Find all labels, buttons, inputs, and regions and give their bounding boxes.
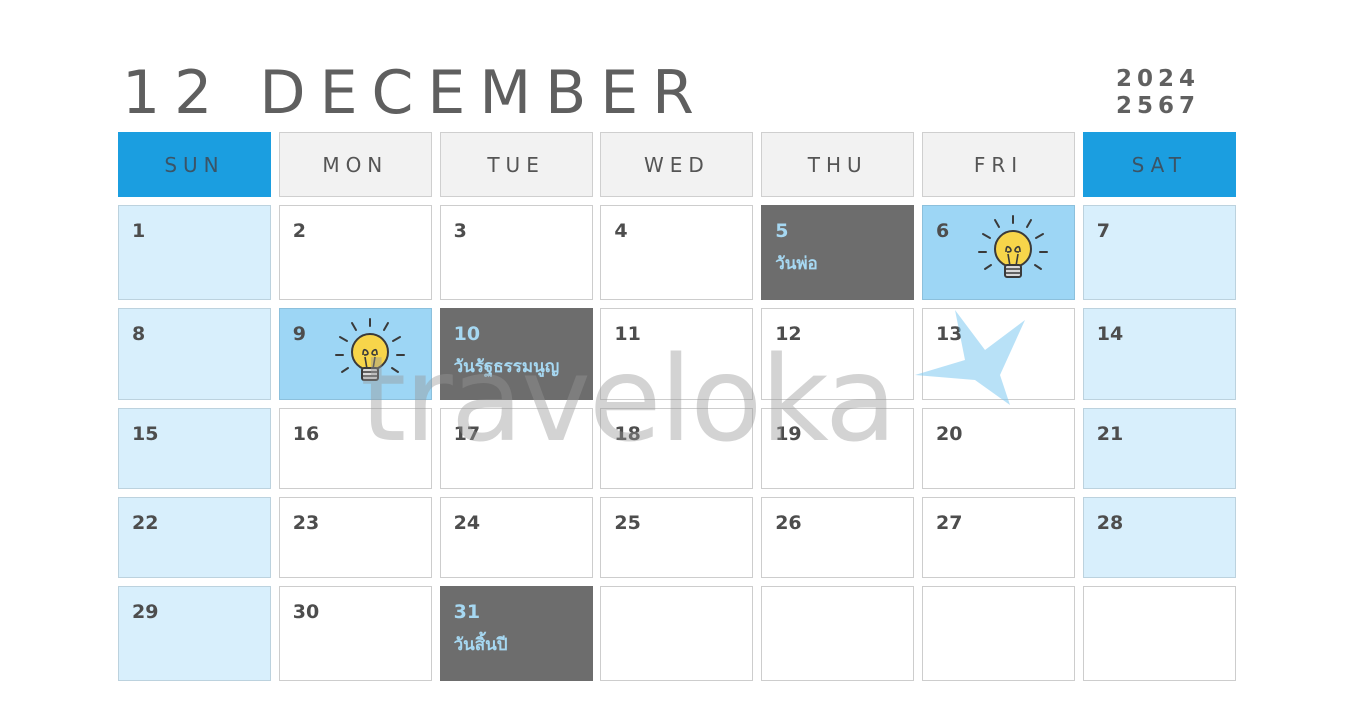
- day-number: 29: [132, 601, 159, 623]
- day-cell-8[interactable]: 8: [118, 308, 271, 400]
- day-number: 21: [1096, 423, 1124, 445]
- day-cell-15[interactable]: 15: [118, 408, 271, 489]
- holiday-name: วันพ่อ: [775, 254, 818, 274]
- day-cell-6[interactable]: 6: [921, 205, 1075, 300]
- day-cell-24[interactable]: 24: [439, 497, 593, 578]
- day-cell-21[interactable]: 21: [1082, 408, 1236, 489]
- weekday-sat: SAT: [1082, 132, 1236, 197]
- day-number: 23: [292, 512, 320, 534]
- day-number: 5: [775, 220, 789, 242]
- weekday-header-row: SUN MON TUE WED THU FRI SAT: [118, 132, 1236, 197]
- day-cell-10[interactable]: 10 วันรัฐธรรมนูญ: [439, 308, 593, 400]
- day-number: 7: [1096, 220, 1111, 242]
- week-row: 22 23 24 25 26 27 28: [118, 497, 1236, 578]
- day-cell-20[interactable]: 20: [921, 408, 1075, 489]
- day-cell-18[interactable]: 18: [600, 408, 754, 489]
- week-row: 15 16 17 18 19 20 21: [118, 408, 1236, 489]
- day-number: 16: [292, 423, 320, 445]
- day-number: 6: [935, 220, 950, 242]
- weekday-mon: MON: [278, 132, 432, 197]
- day-number: 11: [614, 323, 641, 345]
- day-number: 1: [132, 220, 146, 242]
- day-number: 25: [614, 512, 641, 534]
- day-number: 9: [292, 323, 307, 345]
- day-cell-26[interactable]: 26: [761, 497, 915, 578]
- day-number: 20: [935, 423, 963, 445]
- holiday-name: วันรัฐธรรมนูญ: [453, 357, 560, 377]
- day-cell-25[interactable]: 25: [600, 497, 754, 578]
- day-number: 17: [453, 423, 481, 445]
- day-number: 12: [775, 323, 802, 345]
- lightbulb-icon: [977, 215, 1048, 278]
- weekday-thu: THU: [761, 132, 915, 197]
- empty-day-cell: [761, 586, 915, 681]
- day-number: 10: [453, 323, 481, 345]
- weekday-fri: FRI: [921, 132, 1075, 197]
- holiday-name: วันสิ้นปี: [453, 635, 508, 655]
- day-cell-22[interactable]: 22: [118, 497, 271, 578]
- year-ad: 2024: [1115, 66, 1200, 92]
- day-cell-4[interactable]: 4: [600, 205, 754, 300]
- day-cell-16[interactable]: 16: [278, 408, 432, 489]
- day-cell-29[interactable]: 29: [118, 586, 271, 681]
- weekday-tue: TUE: [439, 132, 593, 197]
- day-number: 2: [292, 220, 307, 242]
- empty-day-cell: [600, 586, 754, 681]
- day-number: 15: [132, 423, 159, 445]
- empty-day-cell: [921, 586, 1075, 681]
- week-row: 29 30 31 วันสิ้นปี: [118, 586, 1236, 681]
- empty-day-cell: [1082, 586, 1236, 681]
- day-cell-12[interactable]: 12: [761, 308, 915, 400]
- day-number: 8: [132, 323, 146, 345]
- calendar-grid: SUN MON TUE WED THU FRI SAT 1 2 3 4 5 วันพ่อ 6 789: [118, 132, 1236, 681]
- day-number: 26: [775, 512, 802, 534]
- day-cell-13[interactable]: 13: [921, 308, 1075, 400]
- day-cell-19[interactable]: 19: [761, 408, 915, 489]
- day-cell-7[interactable]: 7: [1082, 205, 1236, 300]
- day-cell-2[interactable]: 2: [278, 205, 432, 300]
- day-cell-31[interactable]: 31 วันสิ้นปี: [439, 586, 593, 681]
- day-cell-17[interactable]: 17: [439, 408, 593, 489]
- day-cell-27[interactable]: 27: [921, 497, 1075, 578]
- day-number: 30: [292, 601, 320, 623]
- weekday-wed: WED: [600, 132, 754, 197]
- day-number: 24: [453, 512, 481, 534]
- day-cell-3[interactable]: 3: [439, 205, 593, 300]
- day-cell-14[interactable]: 14: [1082, 308, 1236, 400]
- calendar-weeks: 1 2 3 4 5 วันพ่อ 6 789 10 วันรัฐธรรมนูญ …: [118, 205, 1236, 681]
- year-block: 2024 2567: [1116, 66, 1200, 120]
- day-number: 4: [614, 220, 628, 242]
- day-cell-30[interactable]: 30: [278, 586, 432, 681]
- day-number: 31: [453, 601, 481, 623]
- year-be: 2567: [1115, 93, 1200, 119]
- day-number: 3: [453, 220, 467, 242]
- day-number: 22: [132, 512, 159, 534]
- day-number: 14: [1096, 323, 1124, 345]
- day-cell-1[interactable]: 1: [118, 205, 271, 300]
- day-number: 19: [775, 423, 802, 445]
- week-row: 8 9 10 วันรัฐธรรมนูญ 11 12 13 14: [118, 308, 1236, 400]
- day-number: 13: [935, 323, 963, 345]
- month-title: 12 DECEMBER: [122, 58, 708, 128]
- day-number: 18: [614, 423, 641, 445]
- week-row: 1 2 3 4 5 วันพ่อ 6 7: [118, 205, 1236, 300]
- day-cell-23[interactable]: 23: [278, 497, 432, 578]
- day-cell-28[interactable]: 28: [1082, 497, 1236, 578]
- day-cell-9[interactable]: 9: [278, 308, 432, 400]
- day-number: 28: [1096, 512, 1124, 534]
- weekday-sun: SUN: [118, 132, 271, 197]
- day-cell-11[interactable]: 11: [600, 308, 754, 400]
- day-number: 27: [935, 512, 963, 534]
- day-cell-5[interactable]: 5 วันพ่อ: [761, 205, 915, 300]
- lightbulb-icon: [334, 318, 405, 381]
